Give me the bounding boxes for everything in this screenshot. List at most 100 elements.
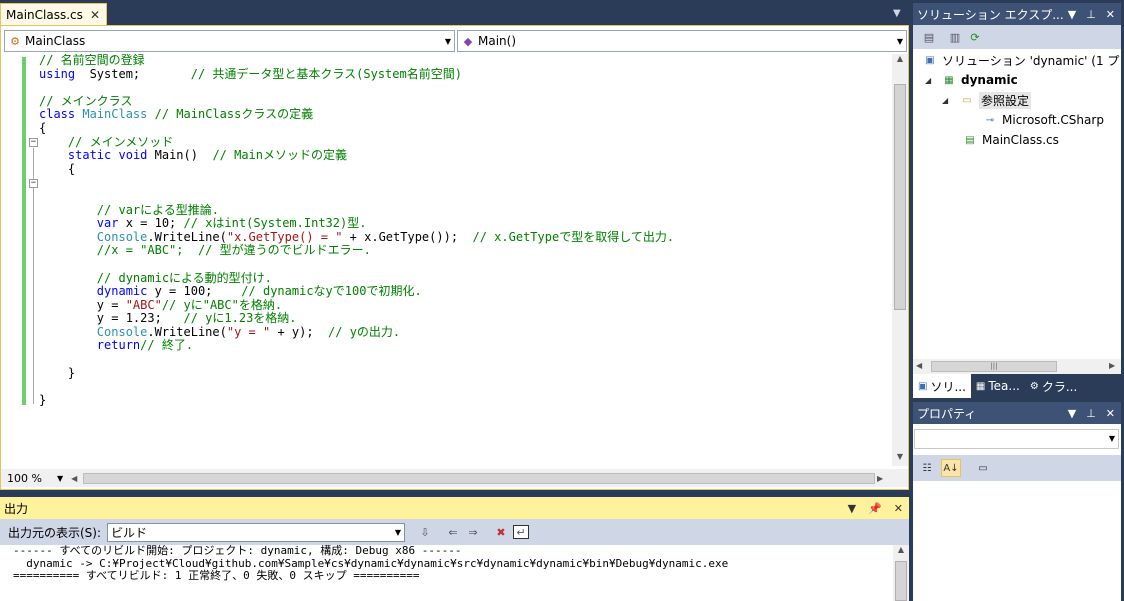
scroll-right-icon[interactable]: ▶	[877, 474, 883, 483]
editor-bottom-bar: 100 % ▼ ◀ ▶	[1, 469, 908, 487]
code-token: y = 100;	[147, 284, 242, 299]
pin-icon[interactable]: ⊥	[1086, 407, 1096, 420]
close-icon[interactable]: ✕	[1106, 8, 1115, 21]
tree-item-reference[interactable]: ⊸ Microsoft.CSharp	[983, 111, 1104, 129]
close-icon[interactable]: ✕	[90, 8, 100, 22]
scroll-right-icon[interactable]: ▶	[1109, 361, 1115, 370]
solution-explorer-title: ソリューション エクスプ...	[917, 7, 1064, 22]
class-view-icon: ⚙	[1029, 380, 1039, 392]
properties-icon[interactable]: ▤	[921, 29, 937, 45]
window-position-icon[interactable]: ▼	[1068, 407, 1076, 420]
source-code: // 名前空間の登録 using System; // 共通データ型と基本クラス(…	[39, 54, 674, 407]
member-navigation-dropdown[interactable]: ◆ Main() ▼	[457, 30, 907, 52]
scroll-up-icon[interactable]: ▲	[893, 545, 909, 554]
close-icon[interactable]: ✕	[894, 502, 903, 515]
code-line: }	[39, 393, 674, 408]
scroll-left-icon[interactable]: ◀	[916, 361, 922, 370]
code-token: class	[39, 107, 76, 122]
tree-item-label: MainClass.cs	[982, 133, 1059, 147]
window-position-icon[interactable]: ▼	[848, 502, 856, 515]
code-line: //x = "ABC"; // 型が違うのでビルドエラー.	[39, 244, 674, 258]
output-vertical-scrollbar[interactable]: ▲	[893, 545, 909, 601]
window-position-icon[interactable]: ▼	[1068, 8, 1076, 21]
scroll-up-icon[interactable]: ▲	[892, 54, 908, 68]
code-token: + x.GetType());	[342, 229, 473, 244]
code-token: Console	[96, 324, 148, 339]
close-icon[interactable]: ✕	[1106, 407, 1115, 420]
refresh-icon[interactable]: ⟳	[967, 29, 983, 45]
tab-class-view[interactable]: ⚙ クラ...	[1025, 374, 1082, 398]
solution-icon: ▣	[925, 54, 935, 66]
tab-solution-explorer[interactable]: ▣ ソリ...	[913, 374, 971, 398]
code-line: class MainClass // MainClassクラスの定義	[39, 108, 674, 122]
zoom-level[interactable]: 100 %	[7, 472, 57, 485]
output-title: 出力	[4, 501, 29, 516]
show-all-files-icon[interactable]: ▥	[947, 29, 963, 45]
tree-item-file[interactable]: ▤ MainClass.cs	[963, 131, 1059, 149]
team-explorer-icon: ▦	[975, 380, 986, 392]
output-source-label: 出力元の表示(S):	[8, 525, 102, 540]
collapse-class-icon[interactable]: −	[29, 138, 38, 147]
code-line: return// 終了.	[39, 339, 674, 353]
tree-item-references[interactable]: ▭ 参照設定	[960, 91, 1032, 109]
horizontal-scrollbar-thumb[interactable]	[83, 473, 875, 484]
tree-item-solution[interactable]: ▣ ソリューション 'dynamic' (1 プ	[923, 51, 1119, 69]
word-wrap-icon[interactable]: ↵	[513, 525, 530, 539]
code-token: // varによる型推論.	[96, 202, 220, 217]
solution-explorer: ▤ ▥ ⟳ ▣ ソリューション 'dynamic' (1 プ ◢ ▦ dynam…	[913, 25, 1121, 374]
code-line: var x = 10; // xはint(System.Int32)型.	[39, 216, 674, 231]
output-line: ========== すべてリビルド: 1 正常終了、0 失敗、0 スキップ =…	[13, 569, 420, 582]
tree-item-label: ソリューション 'dynamic' (1 プ	[942, 53, 1120, 68]
expand-arrow-icon[interactable]: ◢	[925, 76, 931, 85]
code-token: // xはint(System.Int32)型.	[183, 216, 367, 231]
chevron-down-icon: ▼	[896, 36, 903, 46]
scrollbar-thumb[interactable]	[895, 561, 907, 601]
categorized-icon[interactable]: ☷	[917, 459, 937, 477]
output-text[interactable]: ------ すべてのリビルド開始: プロジェクト: dynamic, 構成: …	[0, 545, 893, 601]
code-token: .WriteLine(	[147, 229, 227, 244]
scrollbar-thumb[interactable]: |||	[931, 361, 1057, 372]
chevron-down-icon: ▼	[444, 36, 451, 46]
alphabetical-icon[interactable]: A↓	[941, 459, 961, 477]
code-text-area[interactable]: − − // 名前空間の登録 using System; // 共通データ型と基本…	[1, 54, 892, 466]
previous-message-icon[interactable]: ⇐	[445, 524, 461, 540]
tab-team-explorer[interactable]: ▦ Tea...	[971, 374, 1025, 398]
code-line: static void Main() // Mainメソッドの定義	[39, 148, 674, 163]
class-navigation-dropdown[interactable]: ⚙ MainClass ▼	[4, 30, 455, 52]
solution-tool-tabs: ▣ ソリ... ▦ Tea... ⚙ クラ...	[913, 374, 1121, 398]
expand-arrow-icon[interactable]: ◢	[942, 96, 948, 105]
tab-list-dropdown-icon[interactable]: ▼	[893, 8, 901, 19]
next-message-icon[interactable]: ⇒	[465, 524, 481, 540]
property-pages-icon[interactable]: ▭	[973, 459, 993, 477]
properties-panel: ▼ ☷ A↓ ▭	[913, 424, 1121, 601]
output-source-dropdown[interactable]: ビルド ▼	[107, 522, 406, 542]
tree-item-project[interactable]: ▦ dynamic	[942, 71, 1018, 89]
output-toolbar: 出力元の表示(S): ビルド ▼ ⇩ ⇐ ⇒ ✖ ↵	[0, 519, 909, 545]
tab-label: クラ...	[1041, 379, 1078, 394]
solution-explorer-title-bar: ソリューション エクスプ... ▼ ⊥ ✕	[913, 3, 1121, 25]
pin-icon[interactable]: ⊥	[1086, 8, 1096, 21]
scrollbar-thumb[interactable]	[894, 84, 906, 310]
collapse-method-icon[interactable]: −	[29, 179, 38, 188]
properties-object-dropdown[interactable]: ▼	[914, 429, 1119, 449]
scroll-left-icon[interactable]: ◀	[71, 474, 77, 483]
scroll-down-icon[interactable]: ▼	[892, 452, 908, 466]
editor-vertical-scrollbar[interactable]: ▲ ▼	[892, 54, 908, 466]
code-token: y = 1.23;	[39, 311, 184, 326]
clear-all-icon[interactable]: ✖	[493, 524, 509, 540]
solution-horizontal-scrollbar[interactable]: ◀ ||| ▶	[913, 359, 1121, 374]
go-to-line-icon[interactable]: ⇩	[417, 524, 433, 540]
document-tab-mainclass[interactable]: MainClass.cs ✕	[0, 3, 107, 25]
pin-icon[interactable]: 📌	[868, 502, 882, 515]
output-pane-title: 出力 ▼ 📌 ✕	[0, 497, 909, 519]
zoom-dropdown-icon[interactable]: ▼	[57, 474, 63, 483]
csharp-file-icon: ▤	[965, 134, 975, 146]
